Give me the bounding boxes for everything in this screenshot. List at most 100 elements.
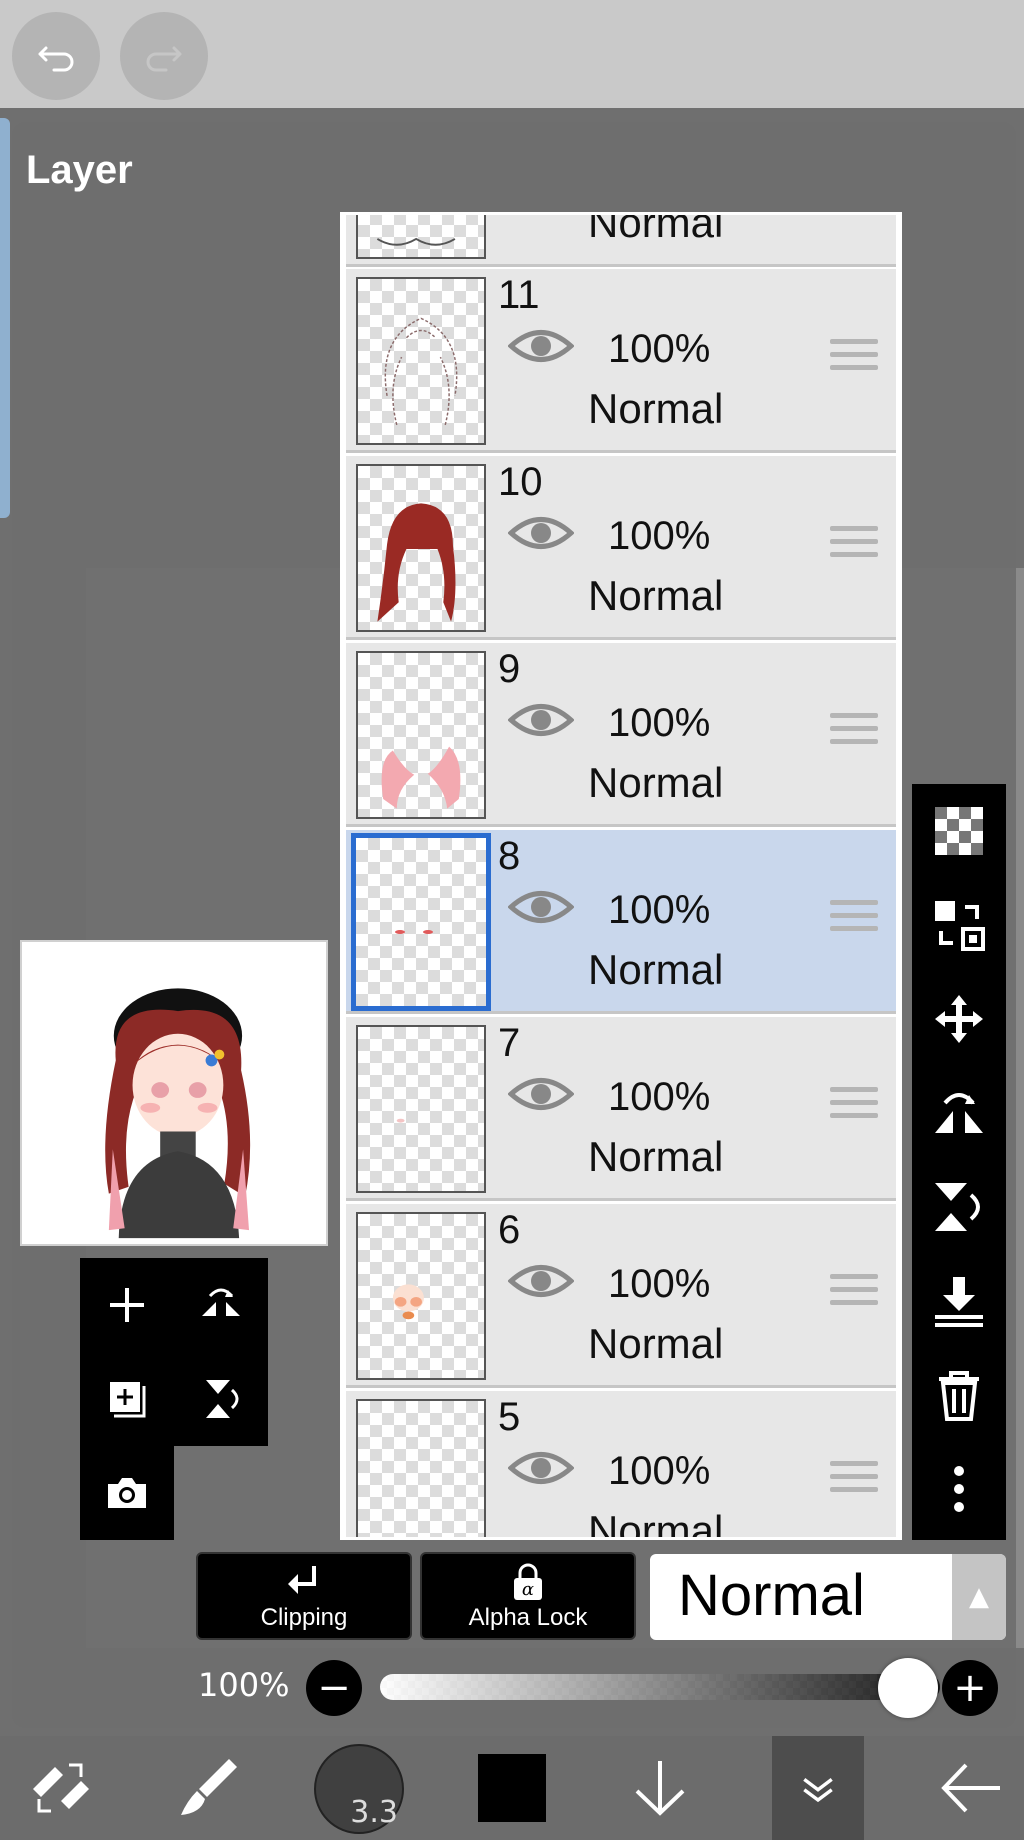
brush-tool-button[interactable] xyxy=(168,1736,248,1840)
layer-number: 6 xyxy=(498,1208,521,1252)
opacity-slider-thumb[interactable] xyxy=(878,1658,938,1718)
plus-icon: + xyxy=(953,1665,987,1711)
drag-handle-icon[interactable] xyxy=(830,526,878,566)
drag-handle-icon[interactable] xyxy=(830,1461,878,1501)
layer-opacity: 100% xyxy=(608,1262,711,1306)
layer-thumbnail xyxy=(356,651,486,819)
top-bar xyxy=(0,0,1024,108)
drag-handle-icon[interactable] xyxy=(830,339,878,379)
layer-row[interactable]: 6 100% Normal xyxy=(346,1204,896,1388)
opacity-decrease-button[interactable]: − xyxy=(306,1660,362,1716)
layers-panel-toggle[interactable] xyxy=(772,1736,864,1840)
canvas-preview[interactable] xyxy=(20,940,328,1246)
layer-row[interactable]: 7 100% Normal xyxy=(346,1017,896,1201)
drag-handle-icon[interactable] xyxy=(830,900,878,940)
flip-horizontal-button[interactable] xyxy=(174,1258,268,1352)
move-arrows-icon xyxy=(935,995,983,1043)
opacity-value: 100% xyxy=(198,1666,290,1704)
flip-vertical-icon xyxy=(935,1183,980,1231)
clipping-button[interactable]: Clipping xyxy=(196,1552,412,1640)
blend-mode-select[interactable]: Normal ▲ xyxy=(650,1554,1006,1640)
layer-thumbnail xyxy=(356,1025,486,1193)
clipping-arrow-icon xyxy=(288,1566,316,1594)
layer-blend-mode: Normal xyxy=(588,1507,724,1540)
opacity-slider[interactable] xyxy=(380,1674,940,1700)
layer-row[interactable]: 10 100% Normal xyxy=(346,456,896,640)
layer-opacity: 100% xyxy=(608,514,711,558)
alpha-lock-button[interactable]: α Alpha Lock xyxy=(420,1552,636,1640)
layer-blend-mode: Normal xyxy=(588,572,724,619)
layer-row[interactable]: 5 100% Normal xyxy=(346,1391,896,1540)
transparency-button[interactable] xyxy=(912,784,1006,878)
delete-layer-button[interactable] xyxy=(912,1348,1006,1442)
layer-number: 10 xyxy=(498,460,543,504)
minus-icon: − xyxy=(317,1665,351,1711)
merge-down-icon xyxy=(935,1277,983,1327)
add-layer-button[interactable] xyxy=(80,1258,174,1352)
layer-thumbnail xyxy=(356,1399,486,1537)
undo-icon xyxy=(38,46,74,72)
camera-tool-group xyxy=(80,1446,174,1540)
redo-icon xyxy=(146,46,182,72)
swap-layer-button[interactable] xyxy=(912,878,1006,972)
flip-vertical-button[interactable] xyxy=(174,1352,268,1446)
trash-icon xyxy=(939,1371,979,1421)
visibility-eye-icon[interactable] xyxy=(508,323,574,369)
flip-horizontal-right-button[interactable] xyxy=(912,1066,1006,1160)
merge-down-button[interactable] xyxy=(912,1254,1006,1348)
clipping-label: Clipping xyxy=(260,1604,348,1631)
brush-size-value: 3.3 xyxy=(350,1795,398,1830)
opacity-increase-button[interactable]: + xyxy=(942,1660,998,1716)
layer-thumbnail xyxy=(356,464,486,632)
flip-horizontal-icon xyxy=(202,1288,240,1316)
layer-blend-mode: Normal xyxy=(588,212,724,246)
redo-button[interactable] xyxy=(120,12,208,100)
transform-eraser-icon xyxy=(33,1763,89,1813)
layer-row[interactable]: 11 100% Normal xyxy=(346,269,896,453)
drag-handle-icon[interactable] xyxy=(830,713,878,753)
layer-list[interactable]: Normal 11 100% Normal 10 100% Normal 9 1… xyxy=(340,212,902,1540)
layer-row-selected[interactable]: 8 100% Normal xyxy=(346,830,896,1014)
visibility-eye-icon[interactable] xyxy=(508,1258,574,1304)
blend-mode-value: Normal xyxy=(678,1563,865,1628)
layer-number: 7 xyxy=(498,1021,521,1065)
duplicate-icon xyxy=(110,1382,146,1418)
drag-handle-icon[interactable] xyxy=(830,1087,878,1127)
layer-blend-mode: Normal xyxy=(588,759,724,806)
layer-number: 5 xyxy=(498,1395,521,1439)
visibility-eye-icon[interactable] xyxy=(508,697,574,743)
layer-blend-mode: Normal xyxy=(588,1320,724,1367)
lock-alpha-icon: α xyxy=(514,1563,542,1600)
checkerboard-icon xyxy=(935,807,983,855)
brush-size-button[interactable]: 3.3 xyxy=(314,1744,404,1834)
camera-icon xyxy=(108,1478,146,1508)
more-options-button[interactable] xyxy=(912,1442,1006,1536)
camera-button[interactable] xyxy=(80,1446,174,1540)
visibility-eye-icon[interactable] xyxy=(508,1071,574,1117)
double-chevron-down-icon xyxy=(803,1778,833,1803)
visibility-eye-icon[interactable] xyxy=(508,510,574,556)
transform-tool-button[interactable] xyxy=(20,1736,100,1840)
visibility-eye-icon[interactable] xyxy=(508,1445,574,1491)
flip-vertical-right-button[interactable] xyxy=(912,1160,1006,1254)
drag-handle-icon[interactable] xyxy=(830,1274,878,1314)
dropdown-arrow-icon[interactable]: ▲ xyxy=(952,1554,1006,1640)
layer-blend-mode: Normal xyxy=(588,946,724,993)
move-down-button[interactable] xyxy=(620,1736,700,1840)
layer-opacity: 100% xyxy=(608,1075,711,1119)
right-tool-column xyxy=(912,784,1006,1540)
duplicate-layer-button[interactable] xyxy=(80,1352,174,1446)
side-drawer-handle[interactable] xyxy=(0,118,10,518)
plus-icon xyxy=(110,1288,144,1322)
undo-button[interactable] xyxy=(12,12,100,100)
layer-row[interactable]: 9 100% Normal xyxy=(346,643,896,827)
visibility-eye-icon[interactable] xyxy=(508,884,574,930)
layer-number: 8 xyxy=(498,834,521,878)
color-picker-button[interactable] xyxy=(478,1754,546,1822)
arrow-left-icon xyxy=(941,1763,1000,1813)
move-button[interactable] xyxy=(912,972,1006,1066)
layer-blend-mode: Normal xyxy=(588,1133,724,1180)
layer-row[interactable]: Normal xyxy=(346,212,896,267)
layer-tools-group xyxy=(80,1258,268,1446)
back-button[interactable] xyxy=(926,1736,1016,1840)
